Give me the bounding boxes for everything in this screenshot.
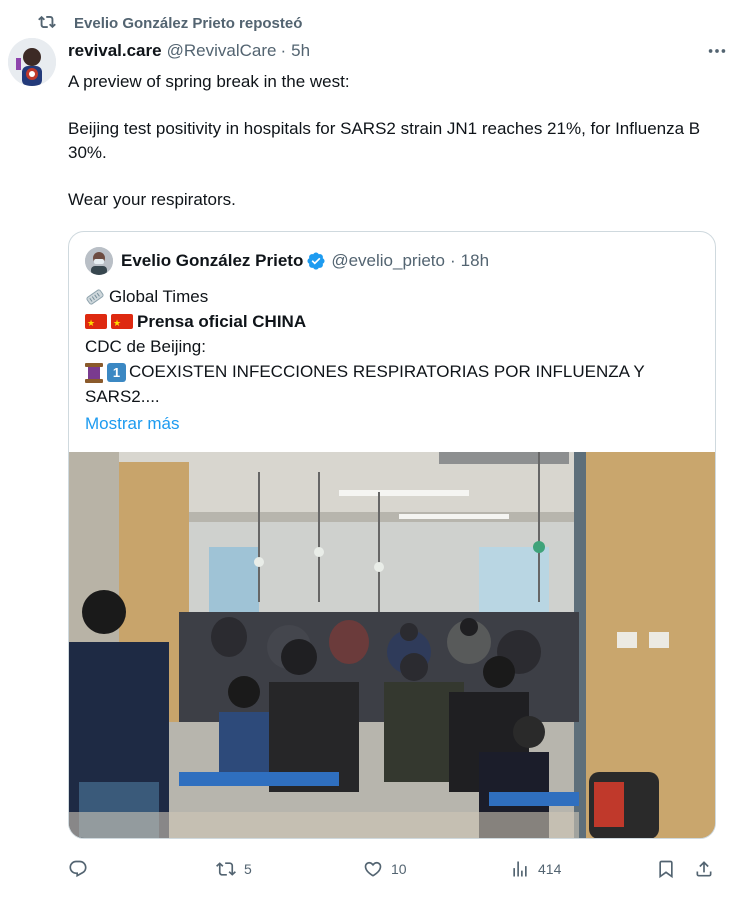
hospital-waiting-room-photo[interactable]	[69, 452, 715, 838]
separator: ·	[280, 41, 287, 60]
author-name[interactable]: revival.care	[68, 41, 162, 61]
quoted-line-text: Global Times	[109, 287, 209, 306]
separator: ·	[449, 251, 456, 270]
repost-button[interactable]: 5	[216, 852, 252, 886]
heart-icon	[364, 861, 382, 877]
bookmark-button[interactable]	[656, 852, 676, 886]
more-icon[interactable]	[704, 38, 730, 64]
repost-icon	[216, 862, 236, 876]
quoted-line-text: Prensa oficial CHINA	[137, 312, 307, 331]
quoted-line: Global Times	[85, 284, 705, 309]
action-bar: 5 10 414	[68, 852, 718, 886]
share-button[interactable]	[694, 852, 714, 886]
views-count: 414	[538, 861, 562, 877]
tweet-text-line: A preview of spring break in the west:	[68, 72, 350, 91]
avatar[interactable]	[8, 38, 56, 86]
quoted-timestamp[interactable]: 18h	[461, 251, 489, 271]
quoted-tweet-header: Evelio González Prieto @evelio_prieto · …	[85, 246, 489, 276]
tweet-text: A preview of spring break in the west: B…	[68, 70, 708, 212]
share-icon	[696, 861, 712, 877]
quoted-author-name[interactable]: Evelio González Prieto	[121, 251, 303, 271]
author-handle[interactable]: @RevivalCare	[167, 41, 277, 61]
timestamp[interactable]: 5h	[291, 41, 310, 61]
show-more-link[interactable]: Mostrar más	[85, 411, 179, 436]
like-count: 10	[391, 861, 407, 877]
quoted-line: CDC de Beijing:	[85, 334, 705, 359]
reply-button[interactable]	[68, 852, 96, 886]
verified-badge-icon	[306, 251, 326, 271]
quoted-line: Mostrar más	[85, 411, 705, 436]
tweet-text-line: Wear your respirators.	[68, 190, 236, 209]
bookmark-icon	[659, 860, 673, 879]
keycap-one-icon: 1	[107, 363, 126, 382]
quoted-tweet[interactable]: Evelio González Prieto @evelio_prieto · …	[68, 231, 716, 839]
tweet-text-line: Beijing test positivity in hospitals for…	[68, 119, 701, 162]
views-icon	[513, 861, 527, 877]
repost-indicator[interactable]: Evelio González Prieto reposteó	[38, 12, 302, 34]
views-button[interactable]: 414	[510, 852, 561, 886]
reply-icon	[69, 860, 87, 878]
quoted-avatar[interactable]	[85, 247, 113, 275]
repost-label: Evelio González Prieto reposteó	[74, 14, 303, 32]
repost-icon	[38, 13, 58, 33]
quoted-line: 1 COEXISTEN INFECCIONES RESPIRATORIAS POR…	[85, 359, 705, 409]
quoted-line-text: COEXISTEN INFECCIONES RESPIRATORIAS POR …	[85, 362, 645, 406]
quoted-author-handle[interactable]: @evelio_prieto	[331, 251, 445, 271]
quoted-line: Prensa oficial CHINA	[85, 309, 705, 336]
quoted-line-text: CDC de Beijing:	[85, 337, 206, 356]
quoted-text: Global Times Prensa oficial CHINA CDC de…	[85, 284, 705, 436]
china-flag-icon	[85, 311, 107, 336]
china-flag-icon	[111, 311, 133, 336]
tweet-header: revival.care @RevivalCare · 5h	[68, 40, 730, 62]
thread-spool-icon	[85, 362, 103, 383]
repost-count: 5	[244, 861, 252, 877]
like-button[interactable]: 10	[363, 852, 407, 886]
newspaper-icon	[85, 288, 105, 306]
